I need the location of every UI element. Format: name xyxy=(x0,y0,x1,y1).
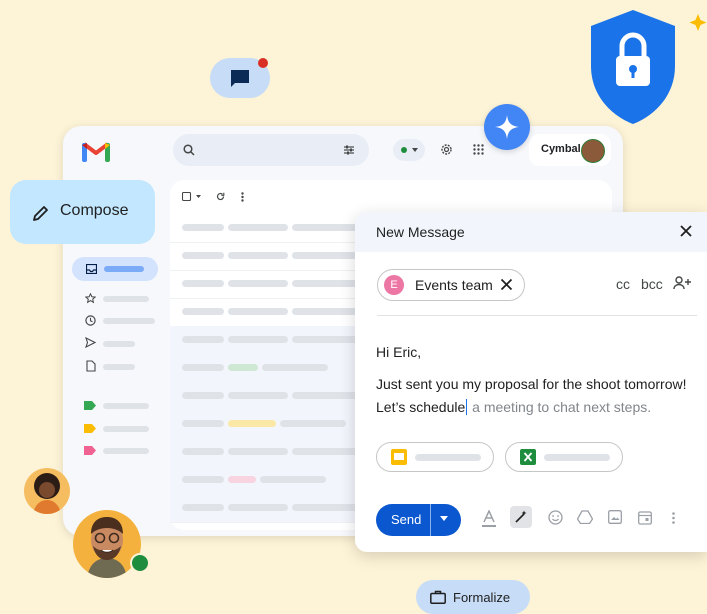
dialog-title: New Message xyxy=(376,224,465,240)
apps-grid-icon[interactable] xyxy=(473,144,484,155)
account-chip[interactable]: Cymbal xyxy=(529,134,611,166)
help-me-write-button[interactable] xyxy=(510,506,532,528)
text-format-icon[interactable] xyxy=(482,510,496,528)
gear-icon[interactable] xyxy=(440,143,453,156)
more-vert-icon[interactable] xyxy=(241,192,244,202)
send-icon[interactable] xyxy=(85,337,96,348)
emoji-icon[interactable] xyxy=(548,510,563,525)
sidebar-placeholder xyxy=(103,341,135,347)
drive-icon[interactable] xyxy=(577,510,593,524)
gemini-button[interactable] xyxy=(484,104,530,150)
remove-recipient-icon[interactable] xyxy=(500,278,513,291)
refresh-icon[interactable] xyxy=(216,192,225,201)
compose-label: Compose xyxy=(60,202,129,219)
briefcase-icon xyxy=(430,590,446,604)
chevron-down-icon xyxy=(412,148,418,152)
search-bar[interactable] xyxy=(173,134,369,166)
avatar[interactable] xyxy=(581,139,605,163)
bcc-link[interactable]: bcc xyxy=(641,276,663,292)
sidebar-placeholder xyxy=(103,296,149,302)
formalize-label: Formalize xyxy=(453,590,511,605)
sidebar-item-inbox[interactable] xyxy=(72,257,158,281)
sidebar-placeholder xyxy=(103,448,149,454)
chat-bubble xyxy=(210,58,270,98)
sidebar-placeholder xyxy=(103,364,135,370)
sidebar-placeholder xyxy=(103,318,155,324)
notification-dot xyxy=(258,58,268,68)
message-body-editor[interactable]: Let’s schedule a meeting to chat next st… xyxy=(376,399,651,415)
calendar-icon[interactable] xyxy=(638,510,652,525)
recipient-name: Events team xyxy=(415,277,493,293)
formalize-button[interactable]: Formalize xyxy=(416,580,530,614)
attachment-name-placeholder xyxy=(415,454,481,461)
active-status-dot xyxy=(401,147,407,153)
person-photo-icon xyxy=(33,473,61,514)
inbox-icon xyxy=(86,264,97,274)
search-icon xyxy=(183,144,195,156)
divider xyxy=(377,315,697,316)
close-icon[interactable] xyxy=(679,224,693,238)
attachment-chip-slides[interactable] xyxy=(376,442,494,472)
more-vert-icon[interactable] xyxy=(672,512,675,524)
star-icon[interactable] xyxy=(85,293,96,304)
gmail-logo-icon xyxy=(82,142,110,162)
autocomplete-suggestion[interactable]: a meeting to chat next steps. xyxy=(468,399,651,415)
attachment-name-placeholder xyxy=(544,454,610,461)
message-line: Just sent you my proposal for the shoot … xyxy=(376,376,687,392)
security-shield xyxy=(588,8,707,130)
dialog-header: New Message xyxy=(355,212,707,252)
attachment-chip-sheets[interactable] xyxy=(505,442,623,472)
online-status-dot xyxy=(130,553,150,573)
avatar xyxy=(24,468,70,514)
status-selector[interactable] xyxy=(393,139,425,161)
send-divider xyxy=(430,504,431,536)
sparkle-icon xyxy=(495,115,519,139)
insert-photo-icon[interactable] xyxy=(608,510,622,524)
message-greeting: Hi Eric, xyxy=(376,344,422,360)
sidebar-placeholder xyxy=(103,426,149,432)
recipient-chip[interactable]: E Events team xyxy=(377,269,525,301)
excel-icon xyxy=(520,449,536,465)
draft-icon[interactable] xyxy=(86,360,96,372)
cc-link[interactable]: cc xyxy=(616,276,630,292)
select-all-checkbox[interactable] xyxy=(182,192,208,202)
clock-icon[interactable] xyxy=(85,315,96,326)
slides-icon xyxy=(391,449,407,465)
send-button[interactable]: Send xyxy=(376,504,461,536)
sidebar-placeholder xyxy=(104,266,144,272)
send-label: Send xyxy=(391,512,422,527)
tune-icon[interactable] xyxy=(343,144,355,156)
recipient-avatar: E xyxy=(384,275,404,295)
chat-icon xyxy=(231,70,249,87)
sidebar-placeholder xyxy=(103,403,149,409)
chevron-down-icon[interactable] xyxy=(440,516,448,521)
new-message-dialog: New Message E Events team cc bcc Hi Eric… xyxy=(355,212,707,552)
label-green-icon[interactable] xyxy=(84,401,96,410)
magic-pen-icon xyxy=(515,510,527,523)
person-add-icon[interactable] xyxy=(673,275,693,291)
lock-shield-icon xyxy=(591,10,707,124)
label-yellow-icon[interactable] xyxy=(84,424,96,433)
brand-name: Cymbal xyxy=(541,143,581,155)
pencil-icon xyxy=(33,206,48,221)
compose-button[interactable]: Compose xyxy=(10,180,155,244)
typed-text: Let’s schedule xyxy=(376,399,466,415)
label-pink-icon[interactable] xyxy=(84,446,96,455)
